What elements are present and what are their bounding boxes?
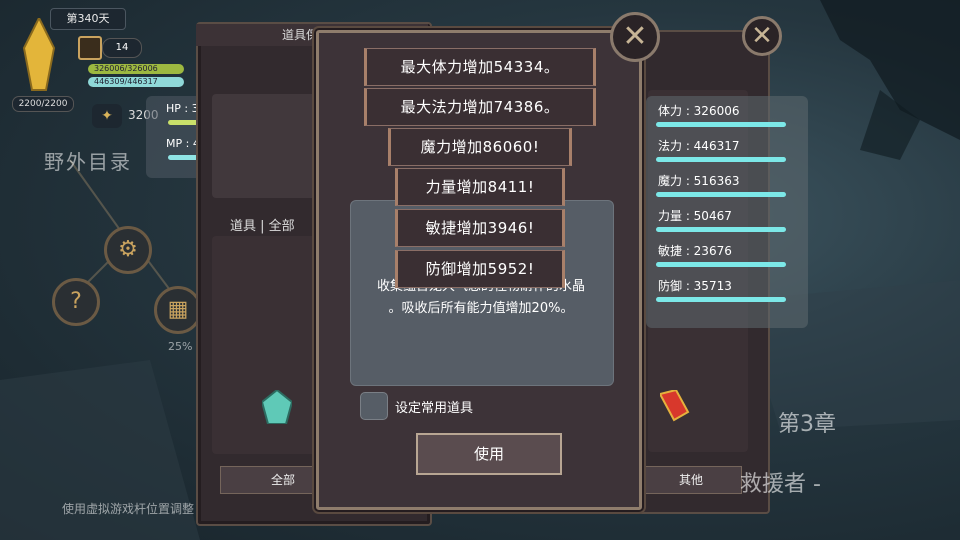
toast-magic: 魔力增加86060!	[388, 128, 572, 166]
close-inventory-icon[interactable]: ✕	[742, 16, 782, 56]
favorite-checkbox-label: 设定常用道具	[395, 401, 474, 416]
hud-mp-bar: 446309/446317	[88, 77, 184, 87]
description-line-2: 。吸收后所有能力值增加20%。	[388, 301, 574, 316]
stat-defense: 防御 : 35713	[658, 279, 732, 293]
settings-gear-icon[interactable]: ⚙	[104, 226, 152, 274]
stat-mana-bar	[656, 157, 786, 162]
red-gem-item-icon[interactable]	[658, 388, 690, 424]
character-stats-panel: 体力 : 326006 法力 : 446317 魔力 : 516363 力量 :…	[646, 96, 808, 328]
calendar-count: 14	[102, 38, 142, 58]
help-icon[interactable]: ?	[52, 278, 100, 326]
calendar-icon[interactable]	[78, 36, 102, 60]
stat-strength-bar	[656, 227, 786, 232]
storage-slot-area	[212, 94, 322, 198]
use-button[interactable]: 使用	[416, 433, 562, 475]
level-progress: 2200/2200	[12, 96, 74, 112]
crystal-item-icon[interactable]	[260, 388, 294, 425]
item-category-tab[interactable]: 道具 | 全部	[230, 216, 320, 238]
joystick-hint: 使用虚拟游戏杆位置调整	[62, 502, 195, 516]
progress-percent: 25%	[168, 340, 193, 353]
day-counter: 第340天	[50, 8, 126, 30]
stat-stamina-bar	[656, 122, 786, 127]
stat-stamina: 体力 : 326006	[658, 104, 740, 118]
toast-strength: 力量增加8411!	[395, 168, 565, 206]
hud-hp-bar: 326006/326006	[88, 64, 184, 74]
calendar-button-icon[interactable]: ▦	[154, 286, 202, 334]
filter-other-button[interactable]: 其他	[640, 466, 742, 494]
stat-mana: 法力 : 446317	[658, 139, 740, 153]
toast-max-mana: 最大法力增加74386。	[364, 88, 596, 126]
chapter-label: 第3章	[778, 412, 836, 437]
quest-title: 救援者 -	[740, 472, 821, 497]
stat-strength: 力量 : 50467	[658, 209, 732, 223]
close-modal-icon[interactable]: ✕	[610, 12, 660, 62]
toast-agility: 敏捷增加3946!	[395, 209, 565, 247]
stat-agility: 敏捷 : 23676	[658, 244, 732, 258]
toast-defense: 防御增加5952!	[395, 250, 565, 288]
favorite-checkbox[interactable]	[360, 392, 388, 420]
crystal-emblem-icon	[20, 15, 58, 94]
stat-agility-bar	[656, 262, 786, 267]
toast-max-stamina: 最大体力增加54334。	[364, 48, 596, 86]
gold-icon: ✦	[92, 104, 122, 128]
area-title: 野外目录	[44, 150, 132, 174]
stat-defense-bar	[656, 297, 786, 302]
stat-magic: 魔力 : 516363	[658, 174, 740, 188]
stat-magic-bar	[656, 192, 786, 197]
